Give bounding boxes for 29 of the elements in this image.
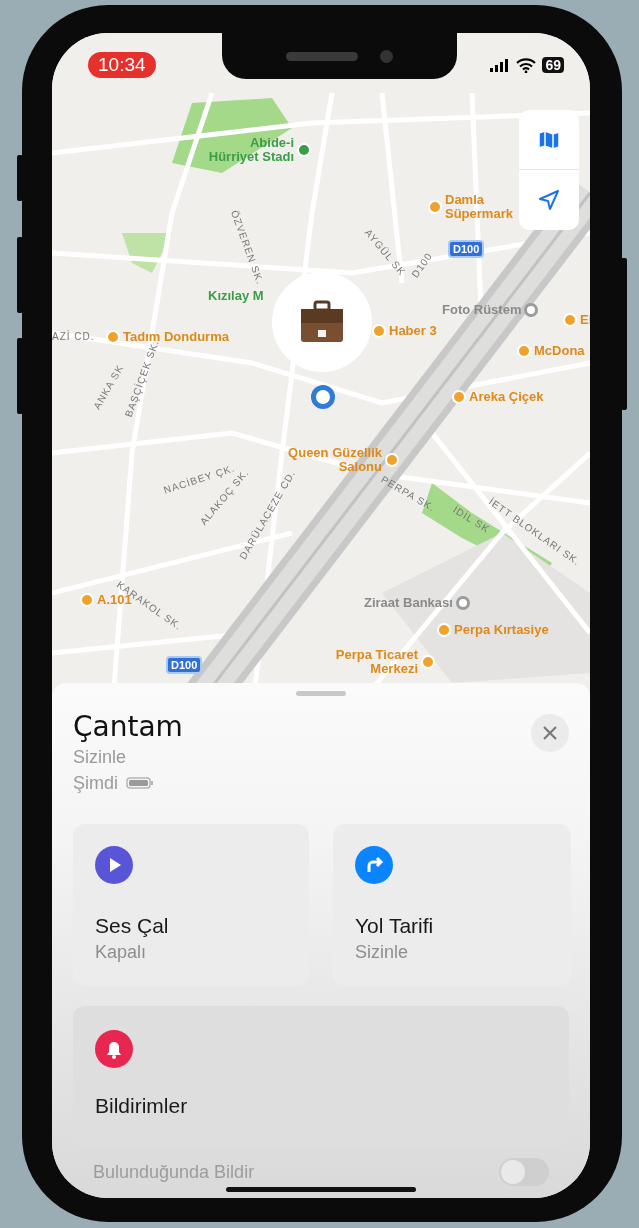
place-label: Areka Çiçek: [469, 390, 544, 404]
briefcase-icon: [299, 300, 345, 344]
road-shield: D100: [166, 656, 203, 674]
notify-when-found-label: Bulunduğunda Bildir: [93, 1161, 255, 1183]
close-icon: [542, 725, 558, 741]
road-shield: D100: [448, 240, 485, 258]
battery-level: 69: [542, 57, 564, 73]
item-status: Sizinle: [73, 746, 128, 769]
wifi-icon: [516, 57, 537, 73]
place-label: McDona: [534, 344, 585, 358]
place-label: Kızılay M: [208, 289, 264, 303]
notifications-title: Bildirimler: [95, 1094, 188, 1118]
status-time: 10:34: [88, 52, 156, 78]
place-label: Foto Rüstem: [442, 303, 522, 317]
close-button[interactable]: [531, 714, 569, 752]
battery-icon: [126, 777, 154, 789]
location-arrow-icon: [537, 188, 561, 212]
place-label: Damla Süpermark: [445, 193, 514, 221]
signal-icon: [490, 58, 511, 72]
place-label: Queen Güzellik Salonu: [288, 446, 382, 474]
update-time: Şimdi: [73, 772, 118, 795]
item-title: Çantam: [73, 710, 183, 744]
place-label: Perpa Kırtasiye: [454, 623, 549, 637]
place-label: Perpa Ticaret Merkezi: [334, 648, 418, 676]
street-label: AZİ CD.: [52, 331, 95, 342]
place-label: Haber 3: [389, 324, 437, 338]
notify-toggle[interactable]: [499, 1158, 549, 1186]
place-label: Ziraat Bankası: [364, 596, 453, 610]
place-label: Tadım Dondurma: [123, 330, 229, 344]
